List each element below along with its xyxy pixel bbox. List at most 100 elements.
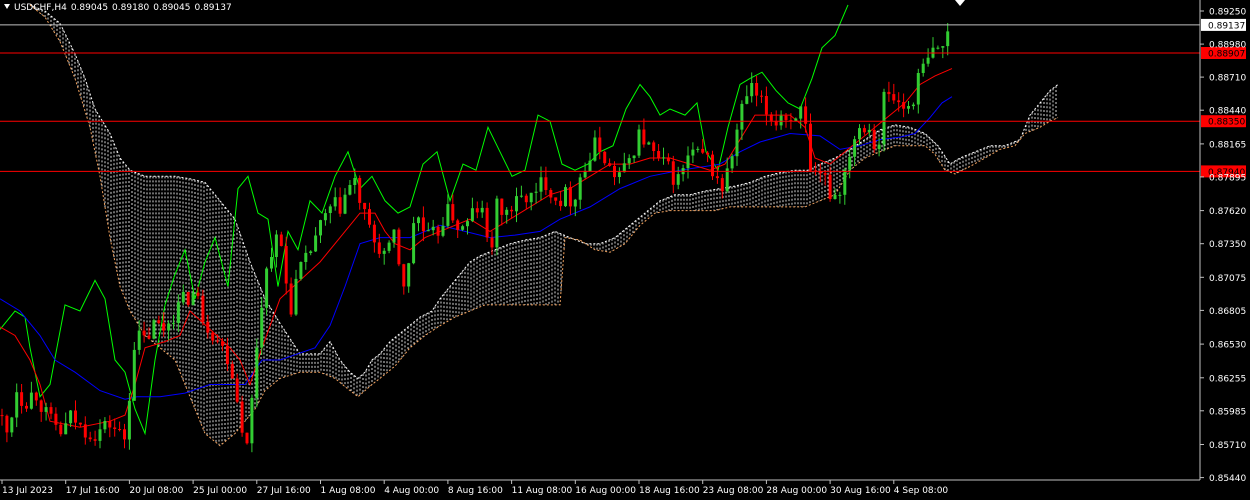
x-tick-label: 18 Aug 16:00: [639, 486, 700, 496]
x-tick-label: 17 Jul 16:00: [66, 486, 120, 496]
candle-body: [750, 83, 754, 97]
candle-body: [652, 142, 656, 151]
candle-body: [270, 257, 273, 269]
candle-body: [916, 73, 920, 105]
candle-body: [637, 129, 641, 156]
bullish-candle: [299, 261, 303, 281]
candle-body: [235, 378, 239, 402]
high-value: 0.89180: [112, 3, 150, 13]
candle-body: [309, 251, 313, 253]
candle-body: [568, 187, 572, 207]
candle-body: [372, 224, 376, 243]
candle-body: [755, 83, 759, 96]
candle-body: [152, 320, 156, 339]
candle-body: [529, 192, 533, 203]
candle-body: [666, 157, 670, 162]
bearish-candle: [245, 432, 249, 445]
candle-body: [887, 91, 891, 95]
candle-body: [39, 400, 43, 412]
candle-body: [250, 397, 254, 444]
candle-body: [363, 202, 367, 210]
candle-body: [828, 174, 832, 199]
bullish-candle: [152, 318, 156, 340]
candle-body: [510, 209, 514, 212]
candle-body: [426, 230, 430, 232]
candle-body: [897, 100, 901, 103]
symbol-label: USDCHF,H4: [14, 3, 67, 13]
candle-body: [348, 185, 352, 195]
candle-body: [265, 268, 269, 308]
candle-body: [323, 213, 327, 221]
candle-body: [304, 252, 308, 262]
candle-body: [54, 413, 58, 425]
dropdown-triangle-icon[interactable]: [4, 4, 10, 9]
candle-body: [240, 401, 244, 433]
candle-body: [809, 123, 812, 171]
x-tick-label: 4 Sep 08:00: [894, 486, 949, 496]
candle-body: [642, 129, 646, 145]
current-price-tag-text: 0.89137: [1208, 21, 1245, 31]
candle-body: [412, 223, 416, 264]
chart-title-bar: USDCHF,H4 0.89045 0.89180 0.89045 0.89137: [4, 1, 236, 15]
open-value: 0.89045: [70, 3, 109, 13]
candle-body: [534, 191, 538, 193]
candle-body: [69, 410, 73, 424]
candle-body: [88, 437, 92, 440]
x-tick-label: 1 Aug 08:00: [321, 486, 376, 496]
candle-body: [833, 194, 837, 199]
horizontal-level-tag-text: 0.88907: [1208, 50, 1245, 60]
candle-body: [564, 187, 567, 207]
bearish-candle: [240, 395, 244, 437]
y-tick-label: 0.88980: [1209, 41, 1246, 51]
candle-body: [10, 417, 14, 433]
x-tick-label: 28 Aug 00:00: [766, 486, 827, 496]
candle-body: [799, 106, 803, 119]
candle-body: [157, 320, 161, 324]
x-tick-label: 16 Aug 00:00: [575, 486, 636, 496]
candle-body: [843, 169, 847, 195]
candle-body: [480, 207, 484, 213]
bullish-candle: [637, 124, 641, 158]
candle-body: [617, 172, 621, 177]
ichimoku-price-chart[interactable]: 0.889070.883500.879400.89137 0.892500.88…: [0, 0, 1250, 500]
candle-body: [59, 424, 63, 435]
candle-body: [671, 161, 675, 185]
y-tick-label: 0.88165: [1209, 140, 1246, 150]
candle-body: [907, 106, 910, 109]
candle-body: [706, 152, 710, 155]
candle-body: [941, 46, 945, 48]
candle-body: [284, 246, 288, 284]
candle-body: [132, 349, 136, 401]
candle-body: [206, 321, 210, 333]
candle-body: [715, 176, 719, 179]
candle-body: [475, 208, 479, 213]
candle-body: [539, 177, 543, 192]
candle-body: [289, 283, 293, 315]
candle-body: [524, 195, 528, 203]
close-value: 0.89137: [194, 3, 232, 13]
candle-body: [740, 103, 744, 130]
candle-body: [794, 118, 798, 121]
y-tick-label: 0.86805: [1209, 307, 1246, 317]
candle-body: [544, 177, 548, 190]
candle-body: [921, 63, 925, 73]
candle-body: [127, 400, 131, 440]
candle-body: [421, 217, 425, 232]
bullish-candle: [495, 195, 499, 256]
candle-body: [745, 96, 749, 104]
candle-body: [720, 178, 724, 192]
candle-body: [686, 155, 690, 168]
candle-body: [64, 423, 68, 435]
candle-body: [34, 392, 38, 401]
candle-body: [142, 330, 146, 336]
candle-body: [769, 114, 773, 121]
candle-body: [358, 178, 362, 203]
candle-body: [691, 149, 695, 156]
candle-body: [730, 156, 734, 169]
candle-body: [123, 429, 126, 440]
x-tick-label: 8 Aug 16:00: [448, 486, 503, 496]
candle-body: [573, 199, 577, 207]
x-tick-label: 13 Jul 2023: [2, 486, 53, 496]
y-tick-label: 0.87075: [1209, 274, 1246, 284]
x-tick-label: 11 Aug 08:00: [512, 486, 573, 496]
